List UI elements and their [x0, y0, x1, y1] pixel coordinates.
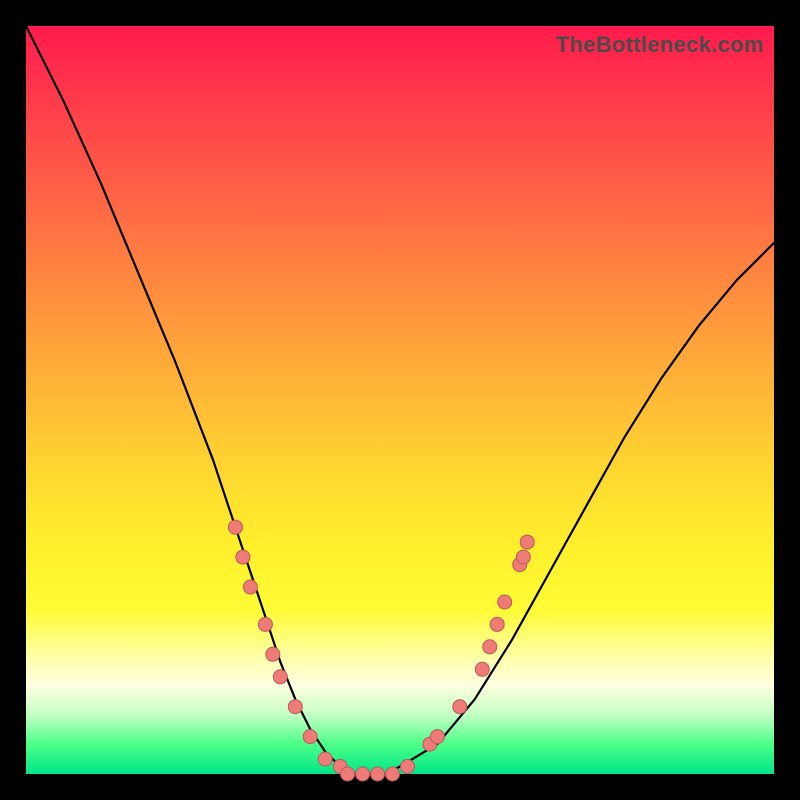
- data-point: [273, 670, 287, 684]
- data-point: [258, 617, 272, 631]
- data-point: [498, 595, 512, 609]
- data-point: [453, 700, 467, 714]
- data-point: [401, 760, 415, 774]
- data-point: [288, 700, 302, 714]
- data-point: [266, 647, 280, 661]
- data-point: [490, 617, 504, 631]
- data-point: [318, 752, 332, 766]
- data-point: [356, 767, 370, 781]
- data-point: [430, 730, 444, 744]
- data-point: [228, 520, 242, 534]
- data-point: [516, 550, 530, 564]
- data-point: [236, 550, 250, 564]
- chart-frame: TheBottleneck.com: [0, 0, 800, 800]
- data-point: [341, 767, 355, 781]
- data-point: [520, 535, 534, 549]
- data-point: [371, 767, 385, 781]
- plot-area: TheBottleneck.com: [26, 26, 774, 774]
- data-point: [475, 662, 489, 676]
- data-point: [386, 767, 400, 781]
- bottleneck-curve: [26, 26, 774, 774]
- data-point: [303, 730, 317, 744]
- data-point: [243, 580, 257, 594]
- data-markers: [228, 520, 534, 781]
- chart-svg: [26, 26, 774, 774]
- data-point: [483, 640, 497, 654]
